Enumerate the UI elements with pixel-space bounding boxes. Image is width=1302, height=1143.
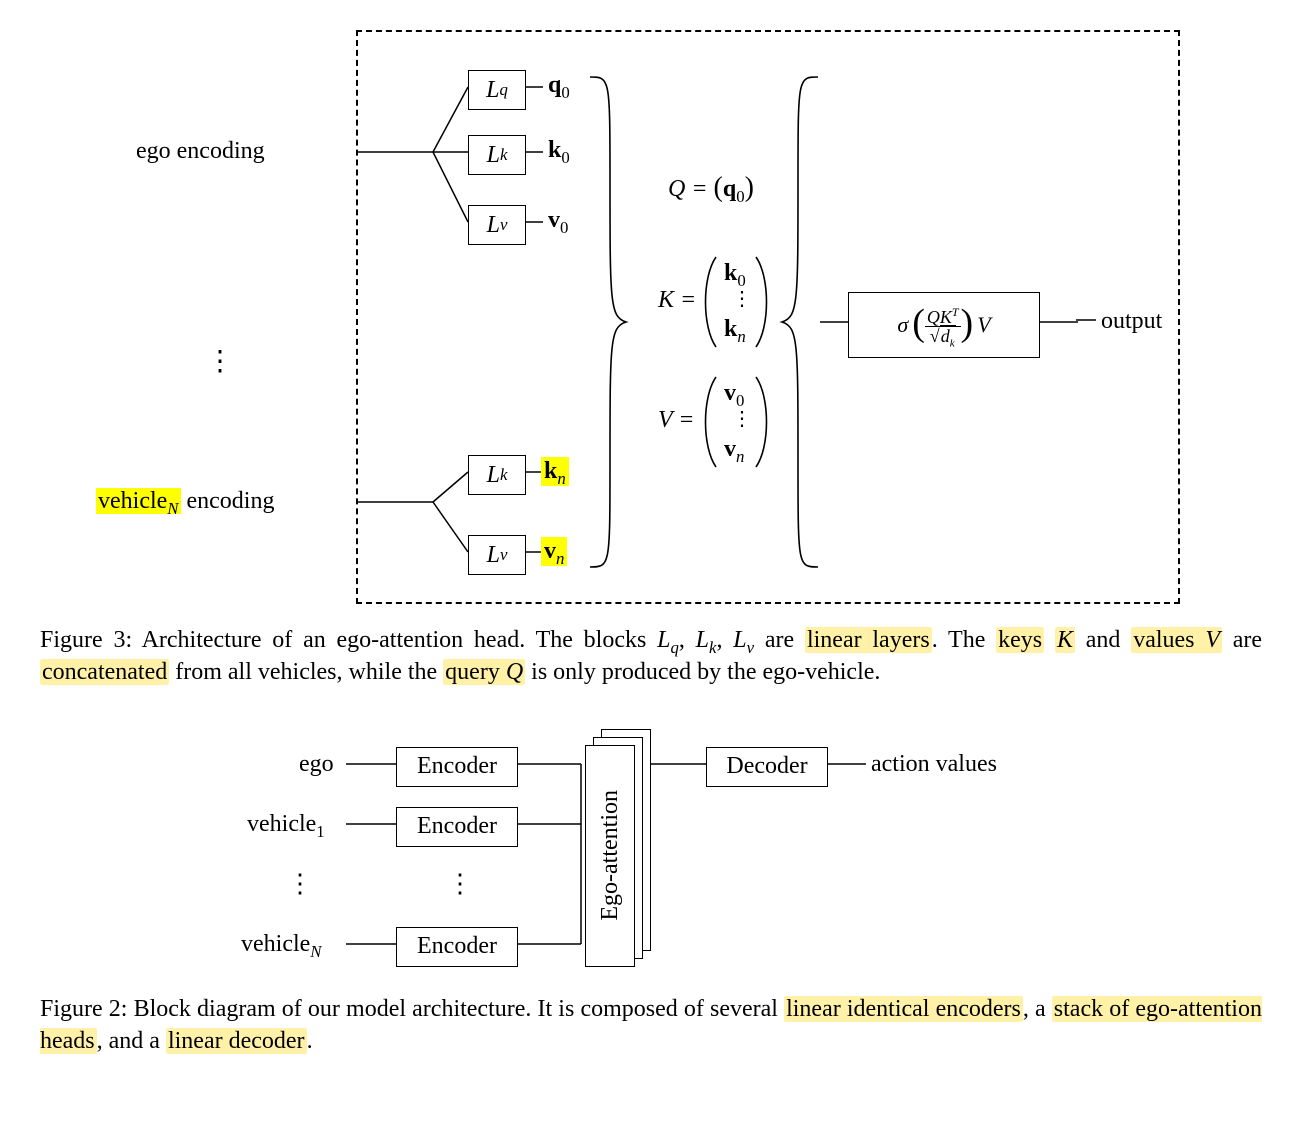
figure-3-caption: Figure 3: Architecture of an ego-attenti… (40, 624, 1262, 689)
outer-wiring-icon (41, 20, 1261, 610)
fig2-vdots-left-icon: ⋮ (287, 869, 313, 899)
figure-3: ego encoding ⋮ vehicleN encoding (41, 20, 1261, 610)
action-values-label: action values (871, 751, 997, 778)
figure-2: ego vehicle1 ⋮ vehicleN Encoder Encoder … (151, 729, 1151, 979)
decoder-block: Decoder (706, 747, 828, 787)
figure-2-caption: Figure 2: Block diagram of our model arc… (40, 993, 1262, 1058)
encoder-block-veh1: Encoder (396, 807, 518, 847)
egoattn-block: Ego-attention (585, 745, 635, 967)
fig2-vdots-enc-icon: ⋮ (447, 869, 473, 899)
vehicleN-label: vehicleN (241, 931, 322, 958)
ego-label: ego (299, 751, 334, 778)
encoder-block-ego: Encoder (396, 747, 518, 787)
encoder-block-vehN: Encoder (396, 927, 518, 967)
vehicle1-label: vehicle1 (247, 811, 325, 838)
